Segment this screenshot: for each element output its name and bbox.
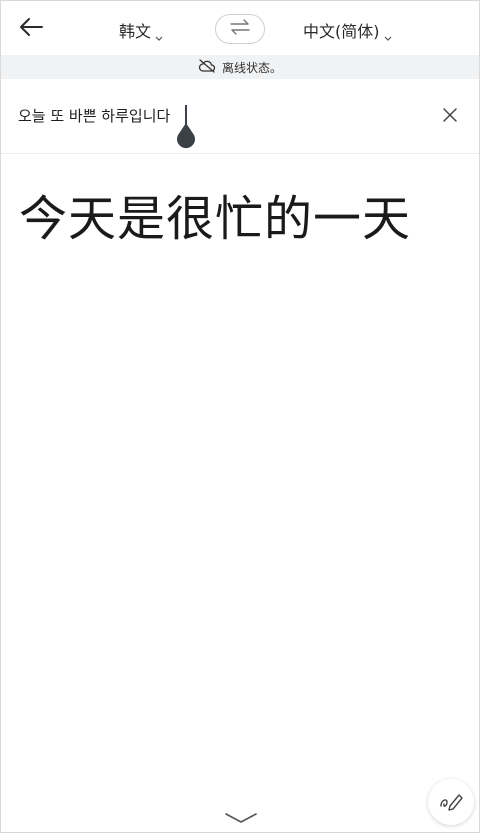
cursor-handle[interactable] <box>174 123 198 149</box>
text-cursor <box>185 105 187 125</box>
top-bar: 韩文 中文(简体) <box>1 1 479 55</box>
source-language-selector[interactable]: 韩文 <box>119 18 163 42</box>
target-language-selector[interactable]: 中文(简体) <box>303 18 391 42</box>
cloud-off-icon <box>198 58 216 76</box>
handwriting-button[interactable] <box>428 779 474 825</box>
source-language-label: 韩文 <box>119 22 152 41</box>
chevron-down-icon <box>155 27 163 41</box>
back-button[interactable] <box>17 15 45 43</box>
offline-status-text: 离线状态。 <box>221 60 282 75</box>
swap-languages-button[interactable] <box>215 14 265 44</box>
translation-result: 今天是很忙的一天 <box>19 191 412 247</box>
target-language-label: 中文(简体) <box>303 22 380 41</box>
source-text-input[interactable]: 오늘 또 바쁜 하루입니다 <box>18 105 170 126</box>
close-icon <box>443 107 457 126</box>
clear-button[interactable] <box>439 105 461 127</box>
source-text-area[interactable]: 오늘 또 바쁜 하루입니다 <box>1 79 479 154</box>
handwriting-pen-icon <box>438 788 464 816</box>
swap-arrows-icon <box>229 19 251 39</box>
collapse-button[interactable] <box>223 809 259 829</box>
chevron-down-icon <box>384 27 391 41</box>
offline-status-bar: 离线状态。 <box>1 55 479 79</box>
chevron-down-icon <box>224 810 258 829</box>
arrow-left-icon <box>18 17 44 41</box>
